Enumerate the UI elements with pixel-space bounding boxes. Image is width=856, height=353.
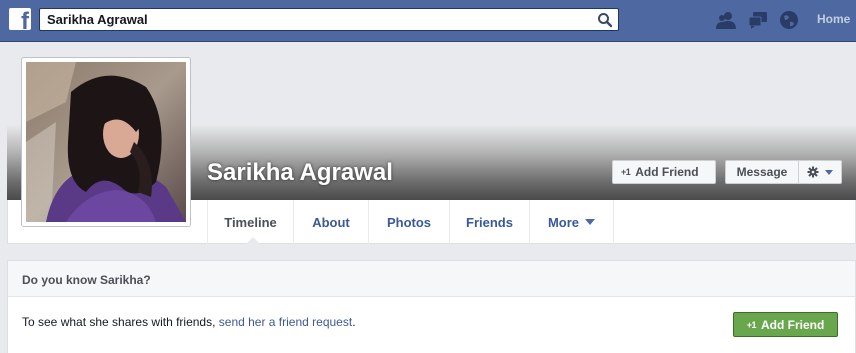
- add-friend-button[interactable]: +1 Add Friend: [612, 160, 716, 184]
- tab-label: Photos: [386, 214, 432, 230]
- tab-label: Timeline: [224, 214, 277, 230]
- message-label: Message: [736, 165, 788, 179]
- home-link[interactable]: Home: [817, 12, 850, 26]
- tab-label: Friends: [466, 214, 513, 230]
- tab-label: More: [547, 214, 580, 230]
- tab-more[interactable]: More: [530, 200, 614, 244]
- tab-timeline[interactable]: Timeline: [207, 200, 294, 245]
- plus-one-icon: +1: [746, 319, 757, 330]
- messages-icon[interactable]: [748, 10, 768, 30]
- tab-about[interactable]: About: [294, 200, 369, 244]
- add-friend-label: Add Friend: [635, 165, 699, 179]
- message-button[interactable]: Message: [725, 160, 799, 184]
- profile-picture[interactable]: [26, 62, 186, 222]
- plus-one-icon: +1: [621, 167, 631, 177]
- search-box: [39, 8, 619, 31]
- globe-notifications-icon[interactable]: [779, 10, 799, 30]
- chevron-down-icon: [825, 169, 833, 175]
- add-friend-label: Add Friend: [760, 317, 825, 332]
- search-input[interactable]: [40, 9, 590, 30]
- facebook-logo[interactable]: f: [9, 8, 31, 30]
- do-you-know-period: .: [352, 315, 356, 329]
- settings-dropdown-button[interactable]: [798, 160, 842, 184]
- profile-picture-frame[interactable]: [21, 57, 191, 227]
- do-you-know-message: To see what she shares with friends,: [22, 315, 219, 329]
- do-you-know-box: Do you know Sarikha? To see what she sha…: [7, 260, 856, 353]
- profile-name[interactable]: Sarikha Agrawal: [207, 159, 393, 187]
- gear-icon: [807, 166, 819, 178]
- tab-friends[interactable]: Friends: [450, 200, 530, 244]
- do-you-know-text: To see what she shares with friends, sen…: [22, 315, 356, 329]
- tab-photos[interactable]: Photos: [369, 200, 450, 244]
- search-icon[interactable]: [596, 11, 614, 29]
- friend-requests-icon[interactable]: [716, 10, 736, 30]
- chevron-down-icon: [585, 219, 596, 225]
- do-you-know-title: Do you know Sarikha?: [22, 273, 151, 287]
- do-you-know-header: Do you know Sarikha?: [8, 261, 855, 297]
- active-tab-indicator: [245, 237, 261, 245]
- send-friend-request-link[interactable]: send her a friend request: [219, 315, 352, 329]
- add-friend-green-button[interactable]: +1 Add Friend: [733, 312, 838, 337]
- tab-label: About: [312, 214, 350, 230]
- top-bar: f Home: [0, 0, 856, 42]
